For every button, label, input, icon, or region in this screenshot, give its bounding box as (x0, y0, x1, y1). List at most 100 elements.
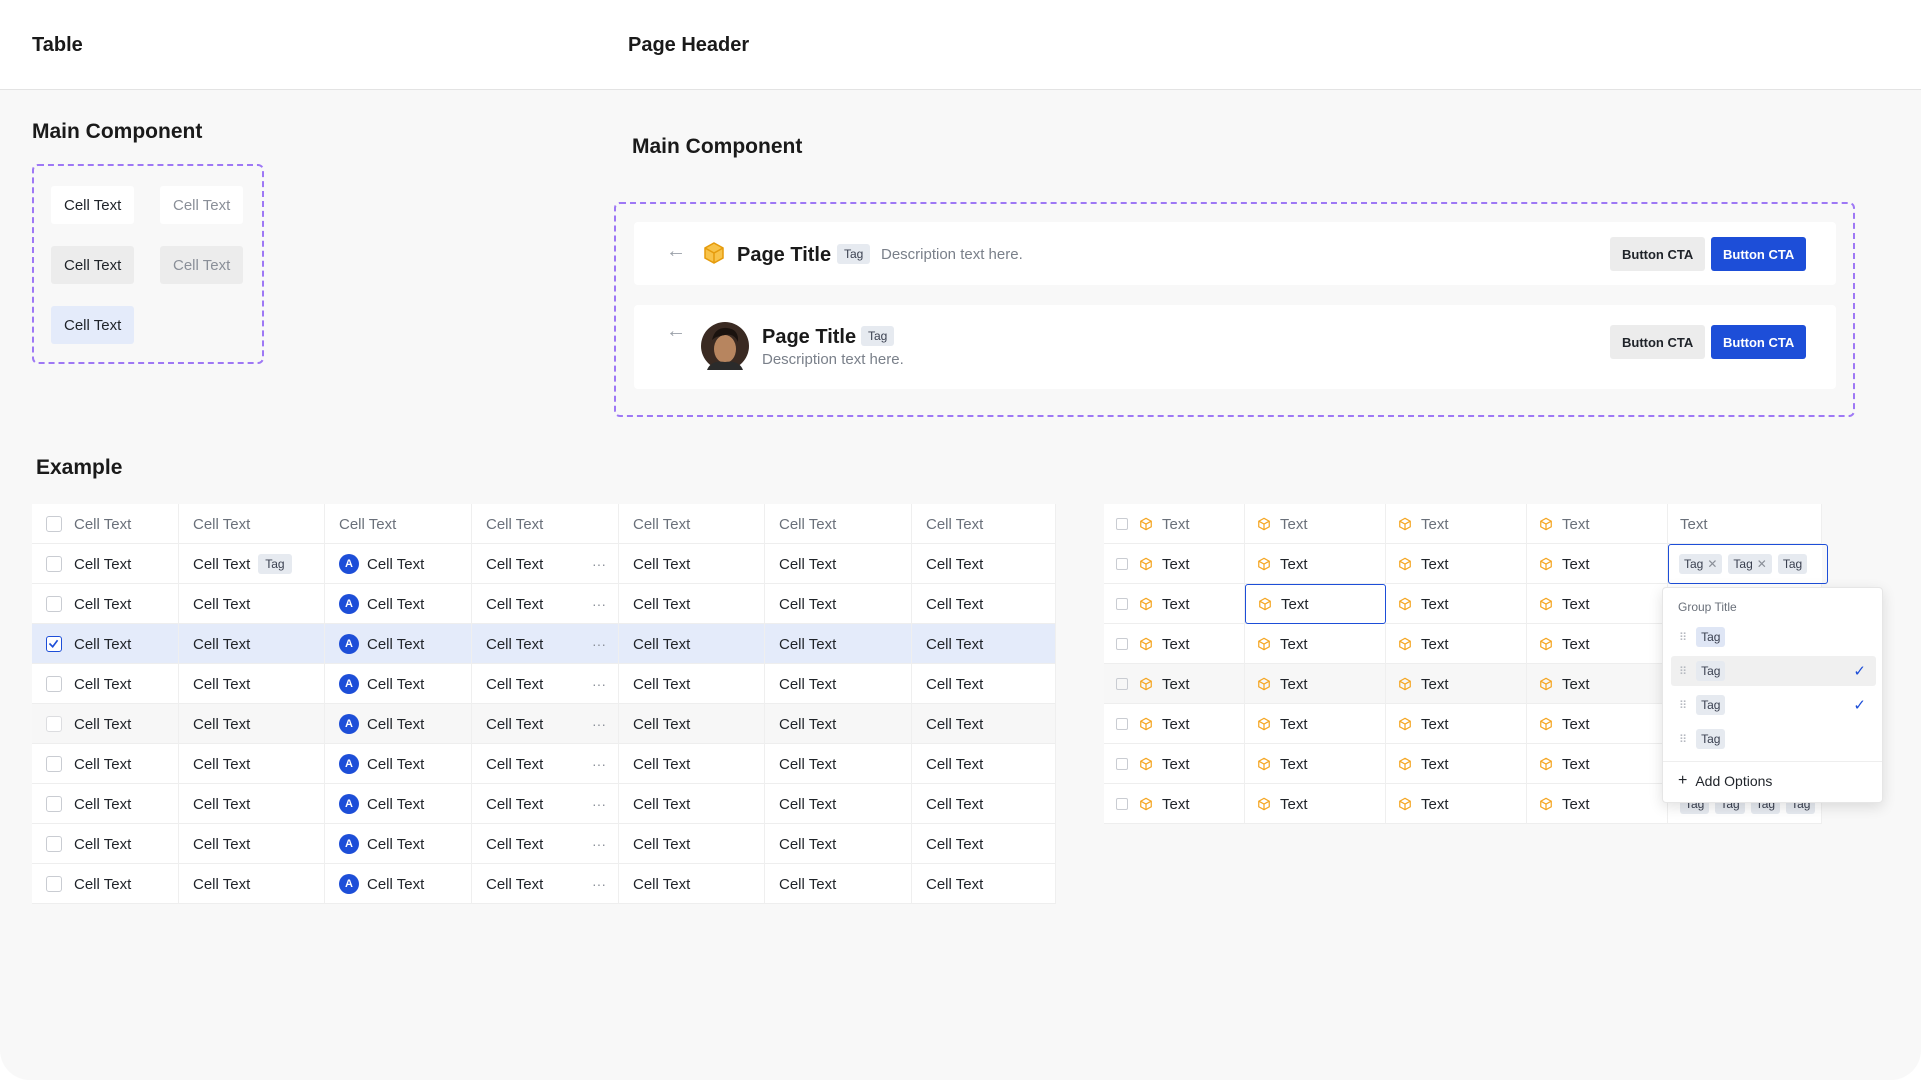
table-cell[interactable]: Text (1668, 504, 1822, 544)
table-row[interactable]: Cell Text Cell Text A Cell Text Cell Text ···… (32, 864, 1056, 904)
table-cell[interactable]: Cell Text (179, 584, 325, 624)
table-cell[interactable]: Cell Text (912, 704, 1056, 744)
table-cell[interactable]: A Cell Text (325, 824, 472, 864)
table-cell[interactable]: Text (1104, 664, 1245, 704)
table-cell[interactable]: Cell Text (179, 664, 325, 704)
table-cell[interactable]: Cell Text (765, 584, 912, 624)
table-cell[interactable]: Cell Text (32, 544, 179, 584)
table-cell[interactable]: Text (1527, 544, 1668, 584)
table-cell[interactable]: Cell Text (619, 824, 765, 864)
table-cell[interactable]: Cell Text (912, 824, 1056, 864)
more-icon[interactable]: ··· (592, 556, 606, 572)
table-cell[interactable]: Text (1245, 584, 1386, 624)
checkbox[interactable] (46, 676, 62, 692)
table-cell[interactable]: Cell Text (619, 744, 765, 784)
table-cell[interactable]: Cell Text ··· (472, 624, 619, 664)
table-cell[interactable]: A Cell Text (325, 864, 472, 904)
table-cell[interactable]: Text (1104, 744, 1245, 784)
table-cell[interactable]: Cell Text ··· (472, 584, 619, 624)
table-row[interactable]: Text Text Text Text Tag ✕ Tag ✕ Tag (1104, 544, 1828, 584)
secondary-cta-button[interactable]: Button CTA (1610, 325, 1706, 359)
dropdown-option[interactable]: ⠿ Tag ✓ (1671, 690, 1876, 720)
table-cell[interactable]: Cell Text (32, 864, 179, 904)
dropdown-option[interactable]: ⠿ Tag (1671, 724, 1876, 754)
cell-selected[interactable]: Cell Text (51, 306, 135, 344)
table-cell[interactable]: Cell Text (32, 664, 179, 704)
more-icon[interactable]: ··· (592, 596, 606, 612)
more-icon[interactable]: ··· (592, 836, 606, 852)
table-cell[interactable]: Text (1386, 704, 1527, 744)
table-cell[interactable]: A Cell Text (325, 624, 472, 664)
table-cell[interactable]: Cell Text (619, 544, 765, 584)
table-cell[interactable]: Text (1527, 704, 1668, 744)
primary-cta-button[interactable]: Button CTA (1711, 237, 1807, 271)
table-cell[interactable]: Cell Text ··· (472, 544, 619, 584)
back-arrow-icon[interactable]: ← (666, 240, 686, 263)
table-cell[interactable]: Text (1245, 504, 1386, 544)
more-icon[interactable]: ··· (592, 756, 606, 772)
table-cell[interactable]: Cell Text (765, 744, 912, 784)
checkbox[interactable] (46, 716, 62, 732)
table-cell[interactable]: Text (1386, 544, 1527, 584)
table-cell[interactable]: Cell Text (179, 864, 325, 904)
table-cell[interactable]: Cell Text (912, 784, 1056, 824)
table-cell[interactable]: Cell Text (619, 664, 765, 704)
table-cell[interactable]: Cell Text (619, 784, 765, 824)
table-cell[interactable]: Cell Text (765, 704, 912, 744)
table-row[interactable]: Cell Text Cell Text Tag A Cell Text Cell Text… (32, 544, 1056, 584)
checkbox[interactable] (1116, 758, 1128, 770)
primary-cta-button[interactable]: Button CTA (1711, 325, 1807, 359)
table-cell[interactable]: Text (1386, 664, 1527, 704)
table-cell[interactable]: Tag ✕ Tag ✕ Tag (1668, 544, 1828, 584)
table-cell[interactable]: Cell Text (32, 784, 179, 824)
more-icon[interactable]: ··· (592, 876, 606, 892)
table-cell[interactable]: Cell Text (912, 504, 1056, 544)
table-cell[interactable]: A Cell Text (325, 584, 472, 624)
table-cell[interactable]: Text (1527, 664, 1668, 704)
table-row[interactable]: Cell Text Cell Text A Cell Text Cell Text ···… (32, 584, 1056, 624)
more-icon[interactable]: ··· (592, 636, 606, 652)
table-cell[interactable]: Cell Text (179, 624, 325, 664)
table-cell[interactable]: Cell Text (765, 784, 912, 824)
table-cell[interactable]: Text (1104, 544, 1245, 584)
table-cell[interactable]: Cell Text (765, 824, 912, 864)
checkbox[interactable] (46, 516, 62, 532)
table-cell[interactable]: Text (1104, 624, 1245, 664)
table-cell[interactable]: Text (1527, 584, 1668, 624)
table-cell[interactable]: Cell Text (765, 504, 912, 544)
checkbox-checked[interactable] (46, 636, 62, 652)
table-cell[interactable]: Cell Text (32, 624, 179, 664)
table-cell[interactable]: Cell Text ··· (472, 704, 619, 744)
table-cell[interactable]: Cell Text (765, 544, 912, 584)
table-cell[interactable]: A Cell Text (325, 744, 472, 784)
checkbox[interactable] (46, 836, 62, 852)
table-cell[interactable]: Cell Text (179, 744, 325, 784)
table-cell[interactable]: Text (1527, 504, 1668, 544)
table-cell[interactable]: Cell Text (32, 824, 179, 864)
table-cell[interactable]: Cell Text (619, 584, 765, 624)
table-header-row[interactable]: Text Text Text Text Text (1104, 504, 1822, 544)
checkbox[interactable] (1116, 558, 1128, 570)
checkbox[interactable] (1116, 518, 1128, 530)
table-cell[interactable]: Cell Text ··· (472, 664, 619, 704)
table-cell[interactable]: A Cell Text (325, 784, 472, 824)
secondary-cta-button[interactable]: Button CTA (1610, 237, 1706, 271)
table-row[interactable]: Cell Text Cell Text A Cell Text Cell Text ···… (32, 784, 1056, 824)
table-cell[interactable]: Cell Text (912, 664, 1056, 704)
table-cell[interactable]: Cell Text (765, 624, 912, 664)
more-icon[interactable]: ··· (592, 716, 606, 732)
checkbox[interactable] (1116, 638, 1128, 650)
table-cell[interactable]: Cell Text (179, 784, 325, 824)
table-cell[interactable]: Text (1527, 624, 1668, 664)
table-cell[interactable]: Text (1386, 784, 1527, 824)
table-cell[interactable]: Cell Text ··· (472, 744, 619, 784)
table-header-row[interactable]: Cell Text Cell Text Cell Text Cell Text Cell… (32, 504, 1056, 544)
table-cell[interactable]: Cell Text (32, 744, 179, 784)
checkbox[interactable] (1116, 678, 1128, 690)
checkbox[interactable] (1116, 798, 1128, 810)
table-cell[interactable]: Text (1245, 744, 1386, 784)
checkbox[interactable] (46, 596, 62, 612)
table-cell[interactable]: Cell Text (325, 504, 472, 544)
table-cell[interactable]: Text (1245, 784, 1386, 824)
table-row[interactable]: Cell Text Cell Text A Cell Text Cell Text ···… (32, 664, 1056, 704)
